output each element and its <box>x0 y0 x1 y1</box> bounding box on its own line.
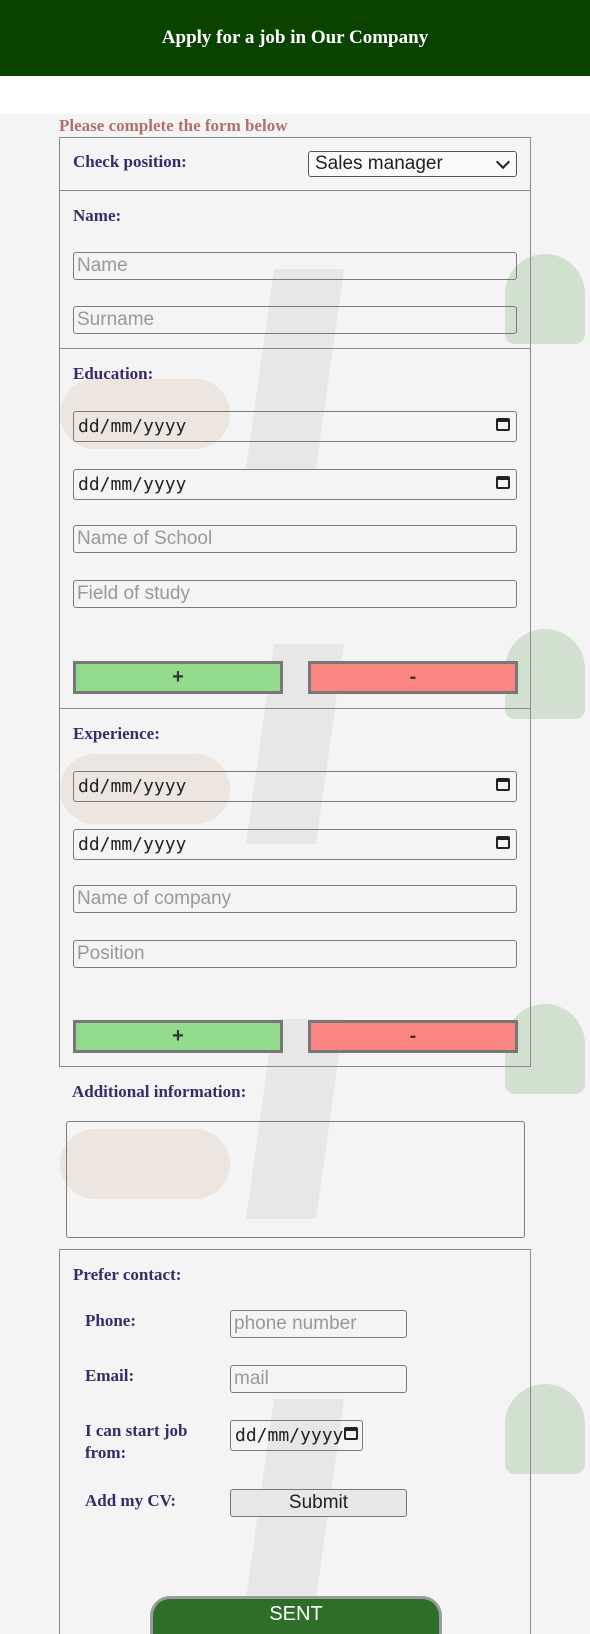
field-of-study-input[interactable]: Field of study <box>73 580 517 608</box>
experience-date-from-text: dd/mm/yyyy <box>78 776 187 797</box>
phone-label: Phone: <box>85 1311 136 1330</box>
cv-label: Add my CV: <box>85 1491 177 1510</box>
education-date-from-text: dd/mm/yyyy <box>78 416 187 437</box>
sent-button[interactable]: SENT <box>150 1596 442 1634</box>
email-label: Email: <box>85 1366 135 1385</box>
additional-info-textarea[interactable] <box>66 1121 525 1238</box>
add-education-button[interactable]: + <box>73 661 283 694</box>
experience-date-to[interactable]: dd/mm/yyyy <box>73 829 517 860</box>
header-spacer <box>0 76 590 114</box>
page-header: Apply for a job in Our Company <box>0 0 590 76</box>
name-input[interactable]: Name <box>73 252 517 280</box>
add-experience-button[interactable]: + <box>73 1020 283 1053</box>
position-label: Check position: <box>73 152 187 171</box>
additional-info-label: Additional information: <box>72 1082 247 1101</box>
calendar-icon[interactable] <box>496 476 510 489</box>
education-label: Education: <box>73 364 154 383</box>
company-input[interactable]: Name of company <box>73 885 517 913</box>
job-position-input[interactable]: Position <box>73 940 517 968</box>
calendar-icon[interactable] <box>344 1427 358 1440</box>
phone-input[interactable]: phone number <box>230 1310 407 1338</box>
form-intro: Please complete the form below <box>59 116 288 135</box>
name-label: Name: <box>73 206 122 225</box>
position-select[interactable]: Sales manager <box>308 151 517 177</box>
surname-input[interactable]: Surname <box>73 306 517 334</box>
start-date-text: dd/mm/yyyy <box>235 1425 344 1446</box>
experience-label: Experience: <box>73 724 160 743</box>
remove-experience-button[interactable]: - <box>308 1020 518 1053</box>
calendar-icon[interactable] <box>496 836 510 849</box>
position-selected: Sales manager <box>315 153 443 174</box>
page-title: Apply for a job in Our Company <box>161 27 429 48</box>
contact-label: Prefer contact: <box>73 1265 182 1284</box>
start-date-label: I can start job from: <box>85 1421 188 1462</box>
remove-education-button[interactable]: - <box>308 661 518 694</box>
calendar-icon[interactable] <box>496 778 510 791</box>
experience-date-from[interactable]: dd/mm/yyyy <box>73 771 517 802</box>
cv-submit-button[interactable]: Submit <box>230 1489 407 1517</box>
education-date-to[interactable]: dd/mm/yyyy <box>73 469 517 500</box>
start-date-input[interactable]: dd/mm/yyyy <box>230 1420 363 1451</box>
education-date-from[interactable]: dd/mm/yyyy <box>73 411 517 442</box>
school-input[interactable]: Name of School <box>73 525 517 553</box>
experience-date-to-text: dd/mm/yyyy <box>78 834 187 855</box>
email-input[interactable]: mail <box>230 1365 407 1393</box>
calendar-icon[interactable] <box>496 418 510 431</box>
education-date-to-text: dd/mm/yyyy <box>78 474 187 495</box>
chevron-down-icon <box>495 154 511 170</box>
